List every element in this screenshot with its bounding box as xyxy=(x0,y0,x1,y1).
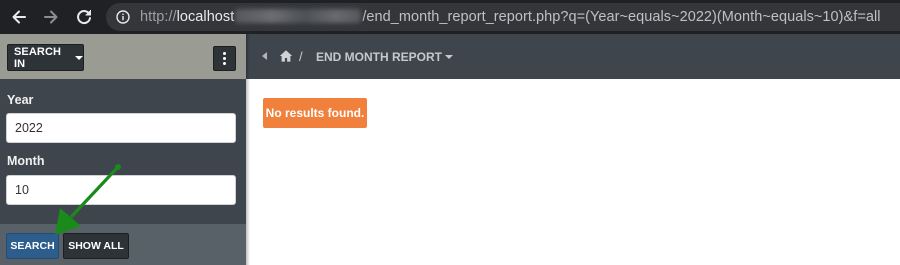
show-all-button[interactable]: SHOW ALL xyxy=(63,233,129,259)
kebab-dot xyxy=(223,62,226,65)
month-label: Month xyxy=(7,154,45,168)
back-arrow-icon[interactable] xyxy=(8,6,30,28)
search-in-label: SEARCH IN xyxy=(14,45,62,70)
kebab-dot xyxy=(223,57,226,60)
forward-arrow-icon[interactable] xyxy=(40,6,62,28)
url-text: http://localhost/end_month_report_report… xyxy=(140,9,881,25)
address-bar[interactable]: http://localhost/end_month_report_report… xyxy=(106,3,900,31)
breadcrumb-separator: / xyxy=(299,49,303,64)
search-actions: SEARCH SHOW ALL xyxy=(0,224,246,265)
reload-icon[interactable] xyxy=(73,6,95,28)
search-in-bar: SEARCH IN xyxy=(0,34,246,79)
sidebar-edge-shadow xyxy=(246,34,250,265)
more-options-button[interactable] xyxy=(213,46,236,71)
search-sidebar: SEARCH IN Year Month SEARCH SHOW ALL xyxy=(0,34,246,265)
url-host: localhost xyxy=(176,9,235,25)
year-input[interactable] xyxy=(6,113,236,143)
redacted-url-segment xyxy=(235,9,362,23)
browser-toolbar: http://localhost/end_month_report_report… xyxy=(0,0,900,34)
collapse-sidebar-icon[interactable] xyxy=(262,52,267,60)
url-path: /end_month_report_report.php?q=(Year~equ… xyxy=(362,9,881,25)
page-header: / END MONTH REPORT xyxy=(246,34,900,79)
year-label: Year xyxy=(7,93,34,107)
page-title: END MONTH REPORT xyxy=(316,50,442,64)
caret-down-icon xyxy=(75,55,83,60)
kebab-dot xyxy=(223,52,226,55)
no-results-alert: No results found. xyxy=(263,98,367,128)
search-in-dropdown[interactable]: SEARCH IN xyxy=(7,44,84,71)
caret-down-icon xyxy=(445,55,453,59)
search-button[interactable]: SEARCH xyxy=(6,233,59,259)
home-icon[interactable] xyxy=(279,49,293,63)
info-icon[interactable] xyxy=(116,10,130,24)
month-input[interactable] xyxy=(6,175,236,205)
page-title-dropdown[interactable]: END MONTH REPORT xyxy=(316,50,453,64)
report-content: No results found. xyxy=(246,79,900,265)
url-prefix: http:// xyxy=(140,9,177,25)
